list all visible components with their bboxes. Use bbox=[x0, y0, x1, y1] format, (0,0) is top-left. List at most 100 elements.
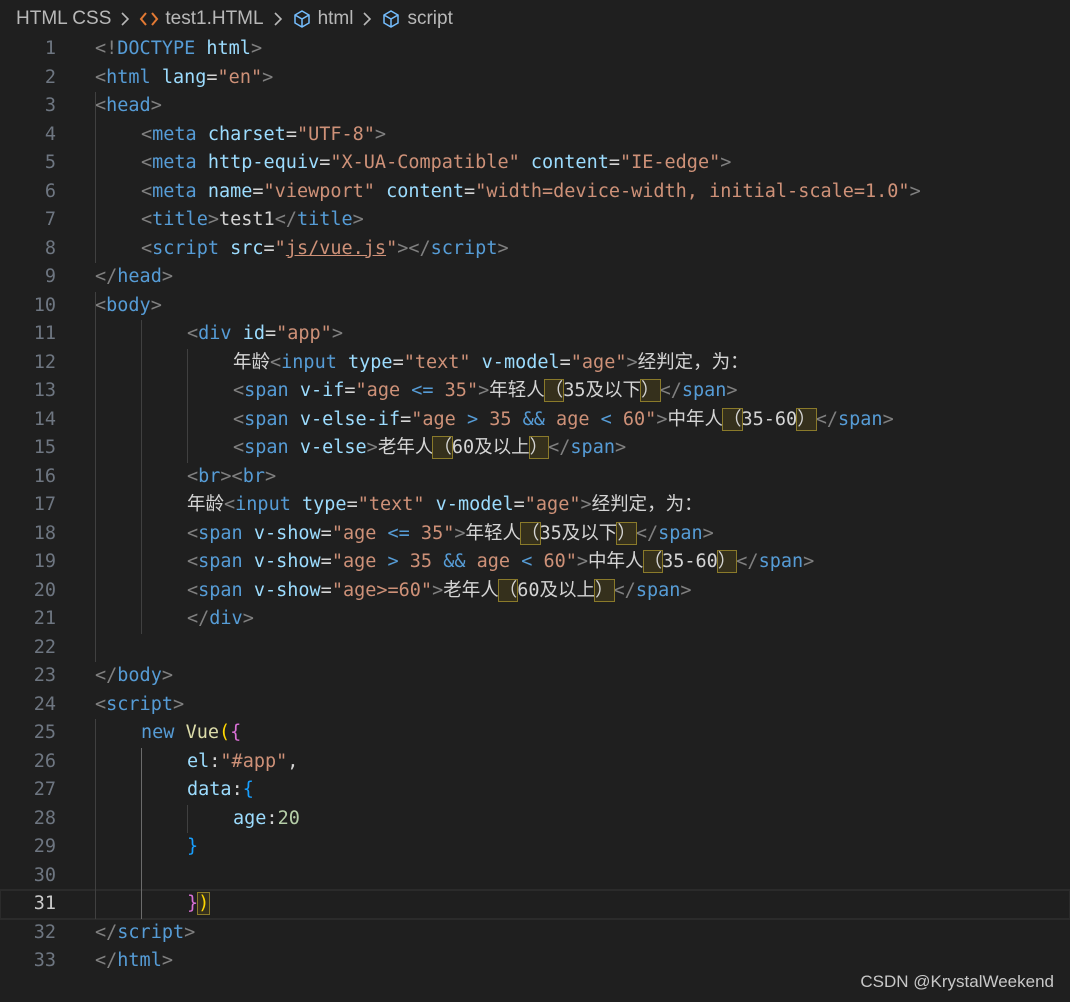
code-editor[interactable]: 1 <!DOCTYPE html> 2 <html lang="en"> 3 <head>… bbox=[0, 35, 1070, 975]
code-token: span bbox=[244, 437, 289, 458]
code-token: > bbox=[172, 693, 185, 715]
code-token: < bbox=[233, 437, 245, 458]
code-line[interactable]: 21 </div> bbox=[0, 605, 1070, 634]
code-line[interactable]: 32 </script> bbox=[0, 919, 1070, 948]
code-token: 35及以下 bbox=[539, 522, 618, 544]
code-token: > bbox=[432, 579, 444, 601]
code-line[interactable]: 17 年龄<input type="text" v-model="age">经判定… bbox=[0, 491, 1070, 520]
indent-guide bbox=[95, 291, 96, 662]
code-line[interactable]: 3 <head> bbox=[0, 92, 1070, 121]
code-token: input bbox=[235, 494, 291, 515]
code-token: < bbox=[95, 693, 107, 715]
code-line[interactable]: 25 new Vue({ bbox=[0, 719, 1070, 748]
code-token: 35 bbox=[398, 551, 444, 572]
code-token: > bbox=[656, 408, 668, 430]
code-text: } bbox=[187, 833, 198, 862]
code-line[interactable]: 5 <meta http-equiv="X-UA-Compatible" cont… bbox=[0, 149, 1070, 178]
code-token: = bbox=[608, 152, 620, 173]
line-number: 14 bbox=[33, 408, 56, 430]
code-token: script bbox=[117, 921, 185, 943]
code-line[interactable]: 4 <meta charset="UTF-8"> bbox=[0, 121, 1070, 150]
code-text: </div> bbox=[187, 605, 254, 634]
code-line[interactable]: 1 <!DOCTYPE html> bbox=[0, 35, 1070, 64]
code-line[interactable]: 29} bbox=[0, 833, 1070, 862]
code-token: （ bbox=[497, 578, 519, 602]
code-token: = bbox=[252, 180, 264, 202]
line-number: 31 bbox=[33, 893, 56, 914]
code-token: ） bbox=[528, 436, 550, 459]
code-line[interactable]: 16 <br><br> bbox=[0, 463, 1070, 492]
code-token: 年轻人 bbox=[489, 380, 545, 401]
code-line[interactable]: 31}) bbox=[0, 889, 1070, 920]
code-token: meta bbox=[152, 180, 197, 202]
code-token: ） bbox=[594, 578, 615, 602]
breadcrumb-folder[interactable]: HTML CSS bbox=[16, 8, 111, 30]
code-line[interactable]: 8 <script src="js/vue.js"></script> bbox=[0, 235, 1070, 264]
code-token: 年轻人 bbox=[465, 522, 522, 544]
code-text: <head> bbox=[95, 92, 162, 121]
line-number: 23 bbox=[33, 665, 56, 686]
breadcrumb-html-node[interactable]: html bbox=[292, 8, 353, 30]
code-token: } bbox=[187, 893, 199, 914]
code-line[interactable]: 22 bbox=[0, 634, 1070, 663]
indent-guide bbox=[187, 348, 188, 463]
code-line[interactable]: 19 <span v-show="age > 35 && age < 60">中年… bbox=[0, 548, 1070, 577]
code-line[interactable]: 26 el:"#app", bbox=[0, 748, 1070, 777]
code-token: = bbox=[264, 323, 277, 344]
line-number: 3 bbox=[44, 95, 56, 116]
code-token: { bbox=[242, 779, 254, 800]
code-line[interactable]: 13 <span v-if="age <= 35">年轻人（35及以下）</spa… bbox=[0, 377, 1070, 406]
code-token: meta bbox=[152, 123, 197, 145]
code-line[interactable]: 20 <span v-show="age>=60">老年人（60及以上）</spa… bbox=[0, 577, 1070, 606]
code-token: > bbox=[680, 579, 692, 601]
code-line[interactable]: 30 bbox=[0, 862, 1070, 891]
code-token: html bbox=[117, 950, 162, 971]
code-line[interactable]: 2 <html lang="en"> bbox=[0, 64, 1070, 93]
code-line[interactable]: 7 <title>test1</title> bbox=[0, 206, 1070, 235]
code-token: v-show bbox=[253, 579, 321, 601]
code-line[interactable]: 28 age:20 bbox=[0, 805, 1070, 834]
code-token: < bbox=[187, 465, 199, 487]
code-token: = bbox=[285, 123, 297, 145]
line-number: 22 bbox=[33, 636, 56, 658]
code-token: span bbox=[838, 408, 883, 430]
code-token: > bbox=[466, 408, 479, 430]
code-text: <meta name="viewport" content="width=dev… bbox=[141, 178, 921, 207]
code-token: <= bbox=[387, 522, 410, 544]
code-line[interactable]: 12 年龄<input type="text" v-model="age">经判定… bbox=[0, 349, 1070, 378]
code-token: </ bbox=[95, 921, 118, 943]
code-line[interactable]: 18 <span v-show="age <= 35">年轻人（35及以下）</s… bbox=[0, 520, 1070, 549]
code-token: </ bbox=[736, 551, 759, 572]
chevron-right-icon bbox=[363, 12, 372, 26]
code-token: > bbox=[720, 152, 732, 173]
code-line[interactable]: 14 <span v-else-if="age > 35 && age < 60"… bbox=[0, 406, 1070, 435]
code-line[interactable]: 15 <span v-else>老年人（60及以上）</span> bbox=[0, 434, 1070, 463]
code-line[interactable]: 27 data:{ bbox=[0, 776, 1070, 805]
code-token: script bbox=[152, 237, 219, 259]
code-token: </ bbox=[187, 608, 210, 629]
code-text: <meta charset="UTF-8"> bbox=[141, 121, 386, 150]
code-token: > bbox=[161, 665, 173, 686]
code-line[interactable]: 10 <body> bbox=[0, 292, 1070, 321]
code-line[interactable]: 9 </head> bbox=[0, 263, 1070, 292]
code-token: 中年人 bbox=[588, 551, 644, 572]
breadcrumb-file-label: test1.HTML bbox=[165, 8, 264, 29]
code-token: span bbox=[658, 522, 703, 544]
code-token: "age bbox=[411, 408, 467, 430]
code-line[interactable]: 24 <script> bbox=[0, 691, 1070, 720]
line-number: 12 bbox=[33, 351, 56, 373]
line-number: 25 bbox=[33, 722, 56, 743]
code-text: </html> bbox=[95, 947, 173, 976]
code-line[interactable]: 6 <meta name="viewport" content="width=de… bbox=[0, 178, 1070, 207]
code-token: " bbox=[386, 237, 398, 259]
breadcrumb-script-node[interactable]: script bbox=[381, 8, 453, 30]
breadcrumb-file[interactable]: test1.HTML bbox=[139, 8, 264, 30]
code-line[interactable]: 11 <div id="app"> bbox=[0, 320, 1070, 349]
code-token: （ bbox=[642, 550, 664, 573]
line-number: 6 bbox=[44, 180, 56, 202]
code-line[interactable]: 23 </body> bbox=[0, 662, 1070, 691]
